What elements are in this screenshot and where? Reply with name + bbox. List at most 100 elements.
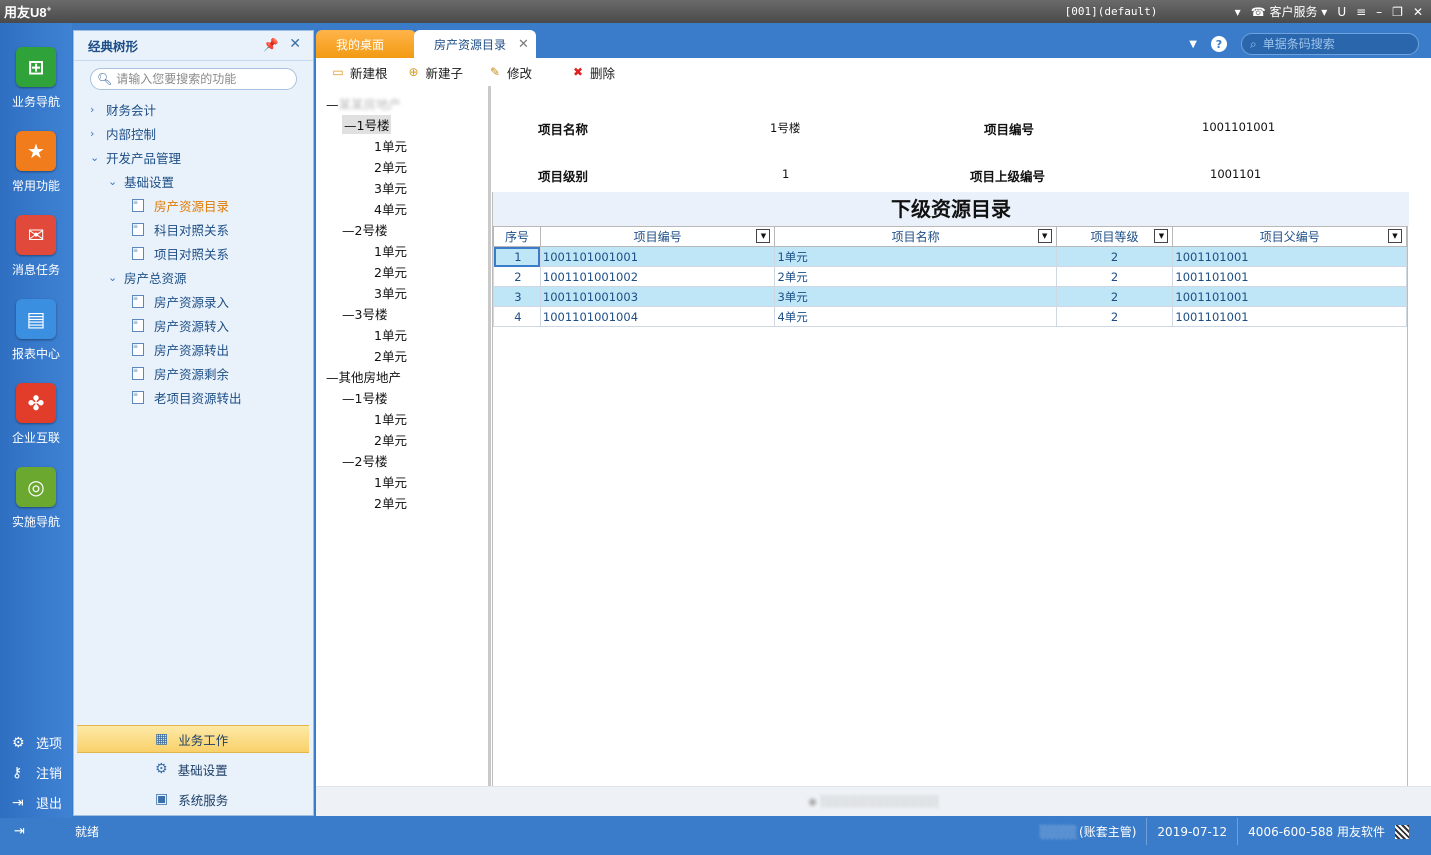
column-header[interactable]: 项目名称 ▼ bbox=[774, 226, 1057, 247]
resource-tree-node[interactable]: —2号楼 bbox=[342, 451, 387, 470]
resource-tree-node[interactable]: 1单元 bbox=[374, 241, 407, 260]
function-search-input[interactable] bbox=[116, 72, 296, 86]
barcode-search-input[interactable] bbox=[1262, 37, 1403, 51]
column-header[interactable]: 项目父编号 ▼ bbox=[1172, 226, 1407, 247]
resource-tree-node[interactable]: 3单元 bbox=[374, 283, 407, 302]
table-cell[interactable]: 1001101001 bbox=[1172, 306, 1407, 327]
table-cell[interactable]: 1单元 bbox=[774, 246, 1057, 267]
resource-tree-node[interactable]: 2单元 bbox=[374, 430, 407, 449]
settings-menu-icon[interactable]: ≡ bbox=[1356, 5, 1366, 19]
column-header[interactable]: 序号 bbox=[493, 226, 541, 247]
u-menu-icon[interactable]: U bbox=[1337, 5, 1346, 19]
tree-item-resource-remaining[interactable]: ≡ 房产资源剩余 bbox=[132, 364, 229, 383]
filter-dropdown-icon[interactable]: ▼ bbox=[756, 229, 771, 243]
minimize-icon[interactable]: – bbox=[1376, 5, 1382, 19]
row-index-cell[interactable]: 1 bbox=[493, 246, 541, 267]
restore-icon[interactable]: ❐ bbox=[1392, 5, 1403, 19]
tree-item-subject-mapping[interactable]: ≡ 科目对照关系 bbox=[132, 220, 229, 239]
tree-item-property-resource-catalog[interactable]: ≡ 房产资源目录 bbox=[132, 196, 229, 215]
table-cell[interactable]: 2 bbox=[1055, 266, 1174, 287]
pin-icon[interactable]: 📌 bbox=[263, 37, 279, 53]
customer-service-button[interactable]: ☎ 客户服务 ▾ bbox=[1251, 3, 1328, 20]
resource-tree-node[interactable]: 2单元 bbox=[374, 493, 407, 512]
resource-tree-node[interactable]: 1单元 bbox=[374, 409, 407, 428]
resource-tree-root[interactable]: —某某房地产 bbox=[326, 94, 401, 113]
new-child-button[interactable]: ⊕ 新建子 bbox=[406, 63, 463, 82]
table-cell[interactable]: 1001101001004 bbox=[539, 306, 776, 327]
table-cell[interactable]: 2 bbox=[1055, 246, 1174, 267]
table-row[interactable]: 4 1001101001004 4单元 2 1001101001 bbox=[493, 306, 1407, 327]
resource-tree-node[interactable]: —1号楼 bbox=[342, 388, 387, 407]
resource-tree-node[interactable]: 2单元 bbox=[374, 157, 407, 176]
tab-list-dropdown-icon[interactable]: ▼ bbox=[1189, 39, 1197, 50]
filter-dropdown-icon[interactable]: ▼ bbox=[1037, 229, 1052, 243]
exit-link[interactable]: ⇥ 退出 bbox=[12, 793, 62, 813]
row-index-cell[interactable]: 4 bbox=[493, 306, 541, 327]
nav-enterprise-connect[interactable]: ✤ 企业互联 bbox=[0, 383, 72, 446]
logout-link[interactable]: ⚷ 注销 bbox=[12, 763, 62, 783]
resource-tree-node[interactable]: 4单元 bbox=[374, 199, 407, 218]
column-header[interactable]: 项目等级 ▼ bbox=[1055, 226, 1174, 247]
tree-item-resource-transfer-in[interactable]: ≡ 房产资源转入 bbox=[132, 316, 229, 335]
resource-tree-node[interactable]: 3单元 bbox=[374, 178, 407, 197]
tree-item-finance[interactable]: › 财务会计 bbox=[90, 100, 156, 119]
row-index-cell[interactable]: 3 bbox=[493, 286, 541, 307]
new-root-button[interactable]: ▭ 新建根 bbox=[330, 63, 387, 82]
resource-tree-node[interactable]: —3号楼 bbox=[342, 304, 387, 323]
resource-tree-node[interactable]: —其他房地产 bbox=[326, 367, 401, 386]
tree-item-old-project-transfer-out[interactable]: ≡ 老项目资源转出 bbox=[132, 388, 242, 407]
resource-tree-node[interactable]: 1单元 bbox=[374, 472, 407, 491]
resource-tree-node[interactable]: —1号楼 bbox=[342, 115, 392, 134]
account-selector[interactable]: [001](default) bbox=[1065, 5, 1225, 18]
edit-button[interactable]: ✎ 修改 bbox=[487, 63, 532, 82]
table-cell[interactable]: 1001101001003 bbox=[539, 286, 776, 307]
nav-report-center[interactable]: ▤ 报表中心 bbox=[0, 299, 72, 362]
nav-message-tasks[interactable]: ✉ 消息任务 bbox=[0, 215, 72, 278]
nav-common-functions[interactable]: ★ 常用功能 bbox=[0, 131, 72, 194]
table-cell[interactable]: 1001101001002 bbox=[539, 266, 776, 287]
row-index-cell[interactable]: 2 bbox=[493, 266, 541, 287]
table-cell[interactable]: 1001101001 bbox=[1172, 286, 1407, 307]
nav-business-navigation[interactable]: ⊞ 业务导航 bbox=[0, 47, 72, 110]
table-row[interactable]: 1 1001101001001 1单元 2 1001101001 bbox=[493, 246, 1407, 267]
table-cell[interactable]: 2 bbox=[1055, 306, 1174, 327]
filter-dropdown-icon[interactable]: ▼ bbox=[1388, 229, 1402, 243]
pane-splitter[interactable] bbox=[488, 86, 491, 786]
delete-button[interactable]: ✖ 删除 bbox=[570, 63, 615, 82]
table-cell[interactable]: 1001101001001 bbox=[539, 246, 776, 267]
resource-tree-node[interactable]: 1单元 bbox=[374, 325, 407, 344]
nav-implementation[interactable]: ◎ 实施导航 bbox=[0, 467, 72, 530]
tree-item-total-resources[interactable]: ⌄ 房产总资源 bbox=[108, 268, 187, 287]
qr-code-icon[interactable] bbox=[1395, 824, 1409, 839]
close-icon[interactable]: ✕ bbox=[289, 36, 301, 52]
help-icon[interactable]: ? bbox=[1211, 36, 1227, 52]
filter-dropdown-icon[interactable]: ▼ bbox=[1154, 229, 1169, 243]
resource-tree-node[interactable]: 1单元 bbox=[374, 136, 407, 155]
system-service-button[interactable]: ▣ 系统服务 bbox=[77, 785, 309, 813]
table-cell[interactable]: 2单元 bbox=[774, 266, 1057, 287]
tab-my-desktop[interactable]: 我的桌面 bbox=[316, 30, 416, 58]
tree-item-product-management[interactable]: ⌄ 开发产品管理 bbox=[90, 148, 181, 167]
tree-item-internal-control[interactable]: › 内部控制 bbox=[90, 124, 156, 143]
tab-property-resource-catalog[interactable]: 房产资源目录 ✕ bbox=[414, 30, 536, 58]
collapse-icon[interactable]: ⇥ bbox=[14, 824, 25, 839]
basic-settings-button[interactable]: ⚙ 基础设置 bbox=[77, 755, 309, 783]
tree-item-resource-entry[interactable]: ≡ 房产资源录入 bbox=[132, 292, 229, 311]
resource-tree-node[interactable]: —2号楼 bbox=[342, 220, 387, 239]
close-tab-icon[interactable]: ✕ bbox=[518, 37, 529, 52]
table-cell[interactable]: 2 bbox=[1055, 286, 1174, 307]
tree-item-resource-transfer-out[interactable]: ≡ 房产资源转出 bbox=[132, 340, 229, 359]
table-cell[interactable]: 4单元 bbox=[774, 306, 1057, 327]
tree-item-basic-settings[interactable]: ⌄ 基础设置 bbox=[108, 172, 174, 191]
table-row[interactable]: 2 1001101001002 2单元 2 1001101001 bbox=[493, 266, 1407, 287]
table-cell[interactable]: 1001101001 bbox=[1172, 266, 1407, 287]
table-cell[interactable]: 1001101001 bbox=[1172, 246, 1407, 267]
account-dropdown-icon[interactable]: ▾ bbox=[1235, 5, 1241, 19]
table-cell[interactable]: 3单元 bbox=[774, 286, 1057, 307]
column-header[interactable]: 项目编号 ▼ bbox=[539, 226, 776, 247]
business-work-button[interactable]: ▦ 业务工作 bbox=[77, 725, 309, 753]
table-row[interactable]: 3 1001101001003 3单元 2 1001101001 bbox=[493, 286, 1407, 307]
resource-tree-node[interactable]: 2单元 bbox=[374, 262, 407, 281]
resource-tree-node[interactable]: 2单元 bbox=[374, 346, 407, 365]
tree-item-project-mapping[interactable]: ≡ 项目对照关系 bbox=[132, 244, 229, 263]
